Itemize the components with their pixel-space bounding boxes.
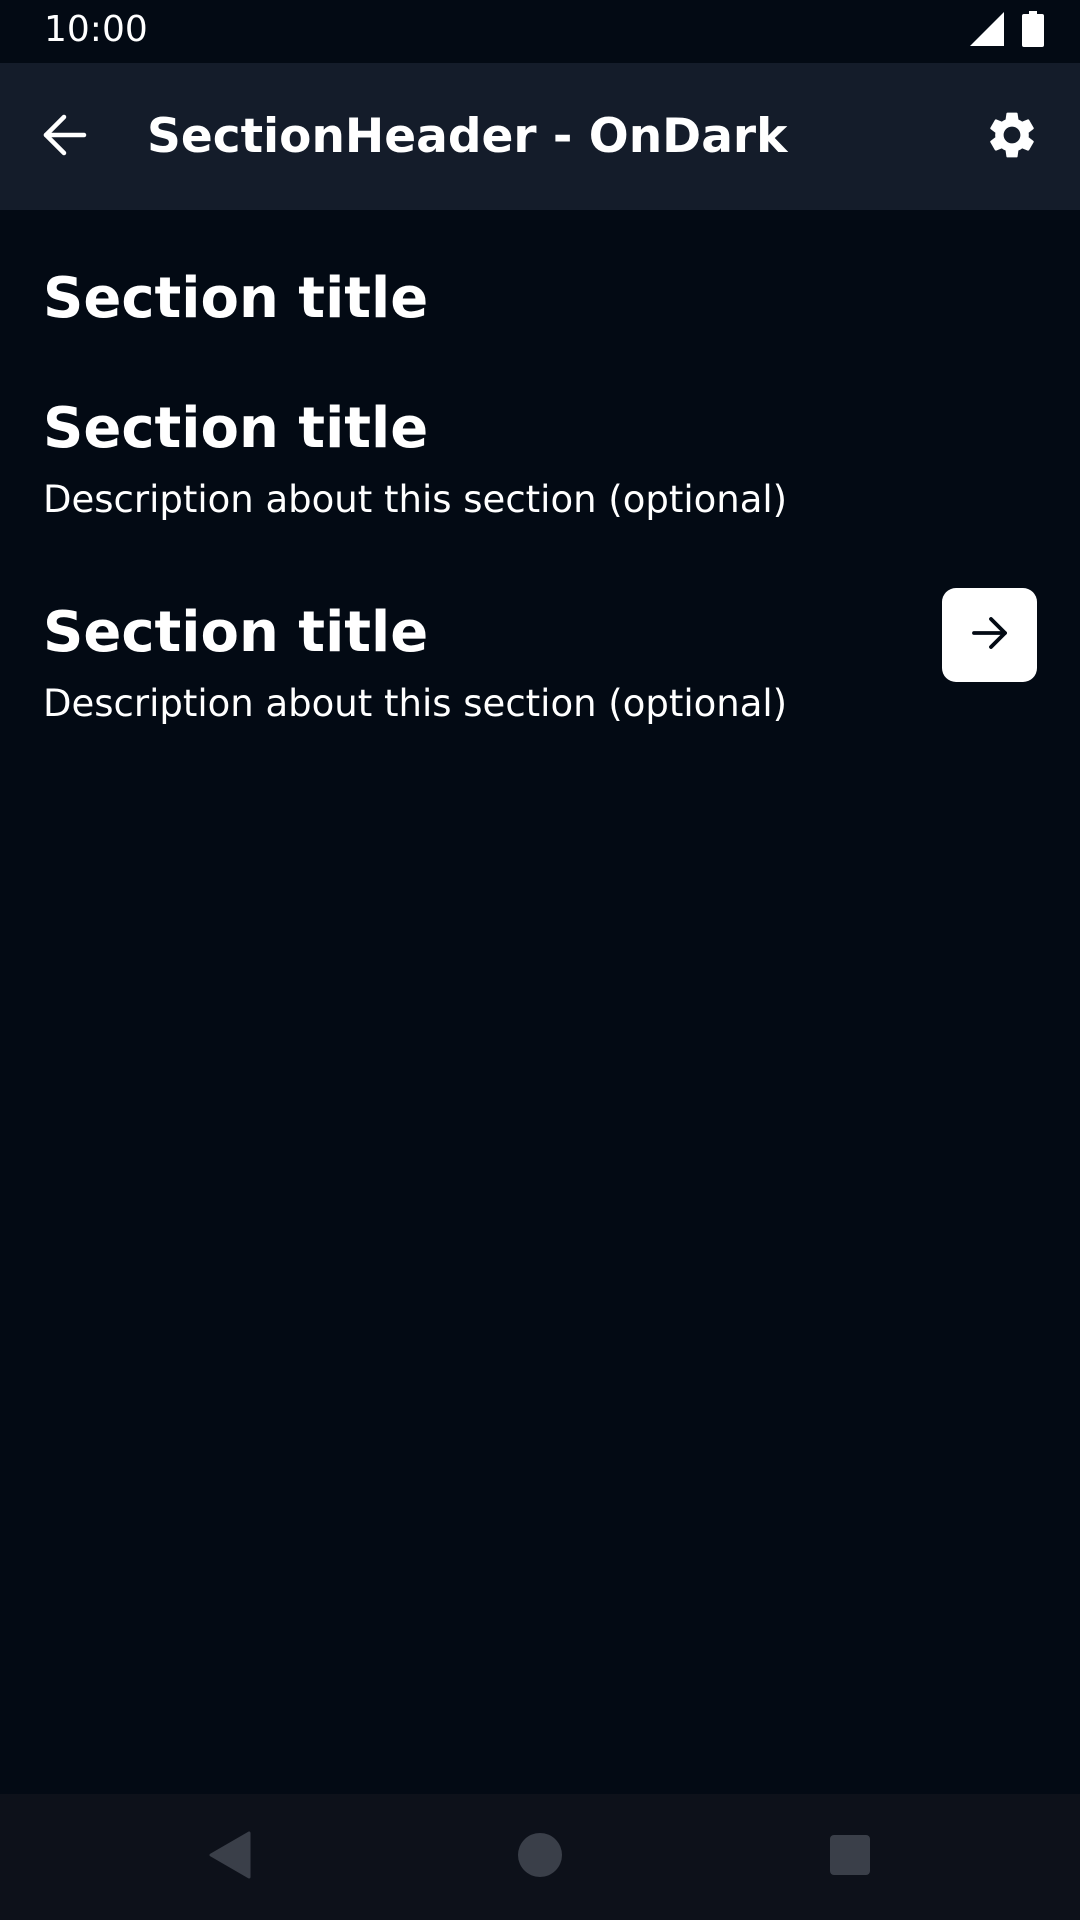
status-icons [970,11,1044,51]
arrow-back-icon [40,111,88,163]
nav-back-triangle-icon [207,1831,251,1883]
settings-button[interactable] [976,101,1048,173]
section-title: Section title [43,600,429,665]
section-action-button[interactable] [942,588,1037,682]
cellular-signal-icon [970,12,1004,50]
section-header-title-only: Section title [43,263,1037,335]
section-header-with-description: Section title Description about this sec… [43,393,1037,525]
page-title: SectionHeader - OnDark [147,109,788,164]
section-title: Section title [43,396,429,461]
section-description: Description about this section (optional… [43,682,788,725]
nav-home-circle-icon [517,1832,563,1882]
nav-home-button[interactable] [507,1824,573,1890]
section-title: Section title [43,266,429,331]
status-bar: 10:00 [0,0,1080,63]
back-button[interactable] [30,103,98,171]
section-header-with-action: Section title Description about this sec… [43,588,1037,729]
nav-recents-square-icon [829,1834,871,1880]
status-time: 10:00 [44,9,148,50]
system-navigation-bar [0,1794,1080,1920]
screen: 10:00 SectionHeader - OnDark Section tit… [0,0,1080,1920]
section-description: Description about this section (optional… [43,478,788,521]
battery-icon [1022,11,1044,51]
nav-back-button[interactable] [196,1824,262,1890]
arrow-forward-icon [971,614,1009,656]
gear-icon [984,107,1040,167]
app-bar: SectionHeader - OnDark [0,63,1080,210]
nav-recents-button[interactable] [817,1824,883,1890]
